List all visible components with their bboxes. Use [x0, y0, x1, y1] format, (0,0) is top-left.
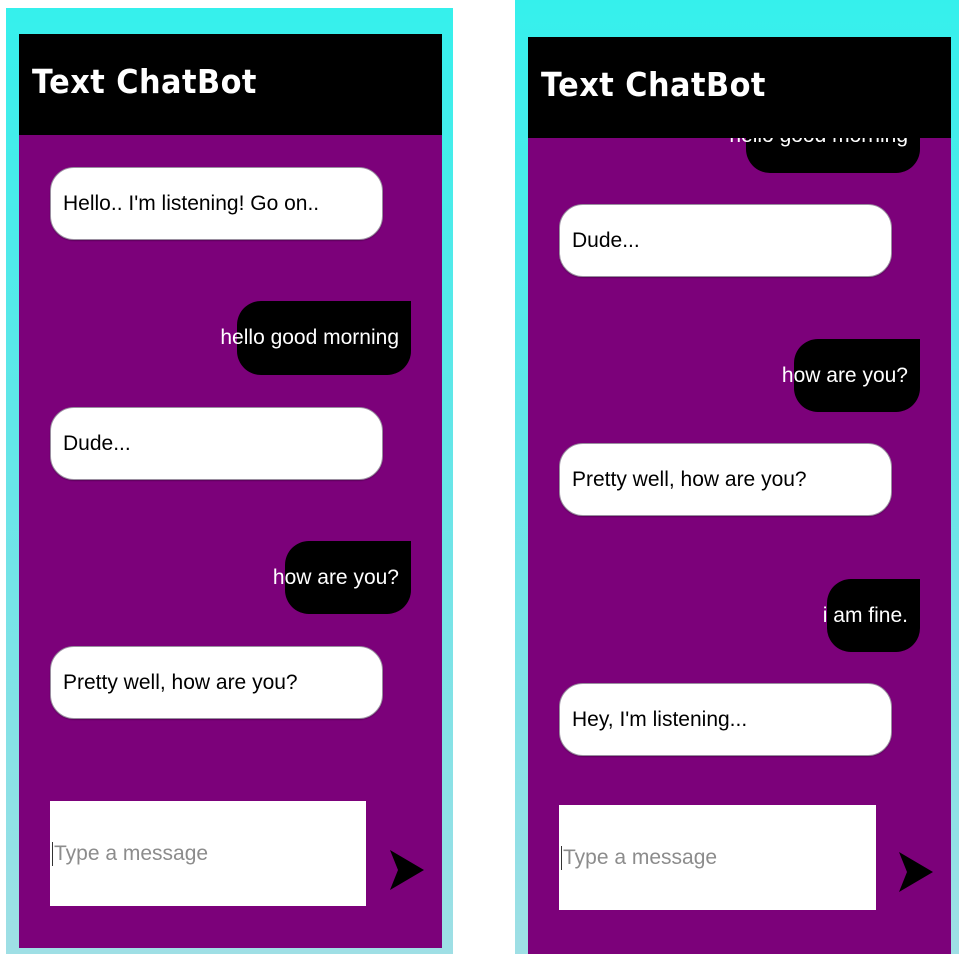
- bot-message: Hello.. I'm listening! Go on..: [50, 167, 383, 240]
- bot-message: Pretty well, how are you?: [50, 646, 383, 719]
- message-text: Hello.. I'm listening! Go on..: [63, 191, 320, 215]
- message-text: Hey, I'm listening...: [572, 707, 748, 731]
- left-chat-screen: Text ChatBot Hello.. I'm listening! Go o…: [19, 34, 442, 948]
- bot-message: Dude...: [559, 204, 892, 277]
- message-text: i am fine.: [822, 603, 908, 627]
- message-input-box[interactable]: [559, 805, 876, 910]
- app-title: Text ChatBot: [32, 62, 257, 101]
- send-arrow-icon: [390, 850, 424, 890]
- message-text: Dude...: [572, 228, 640, 252]
- right-chat-screen: Text ChatBot hello good morning Dude... …: [528, 37, 951, 954]
- message-input[interactable]: [561, 845, 876, 870]
- right-screenshot-frame: Text ChatBot hello good morning Dude... …: [515, 0, 959, 954]
- message-input-box[interactable]: [50, 801, 366, 906]
- message-text: how are you?: [272, 565, 399, 589]
- user-message: hello good morning: [220, 301, 411, 375]
- app-title: Text ChatBot: [541, 65, 766, 104]
- message-text: hello good morning: [220, 326, 399, 349]
- bot-message: Dude...: [50, 407, 383, 480]
- chat-header: Text ChatBot: [19, 34, 442, 135]
- user-message: how are you?: [782, 339, 920, 412]
- message-text: Dude...: [63, 431, 131, 455]
- message-text: Pretty well, how are you?: [63, 670, 298, 694]
- chat-header: Text ChatBot: [528, 37, 951, 138]
- message-input[interactable]: [52, 841, 366, 866]
- left-screenshot-frame: Text ChatBot Hello.. I'm listening! Go o…: [6, 8, 453, 954]
- user-message: how are you?: [273, 541, 411, 614]
- bot-message: Hey, I'm listening...: [559, 683, 892, 756]
- send-button[interactable]: [390, 850, 424, 890]
- send-arrow-icon: [899, 852, 933, 892]
- user-message: i am fine.: [823, 579, 920, 652]
- message-text: Pretty well, how are you?: [572, 467, 807, 491]
- message-text: how are you?: [781, 363, 908, 387]
- send-button[interactable]: [899, 852, 933, 892]
- bot-message: Pretty well, how are you?: [559, 443, 892, 516]
